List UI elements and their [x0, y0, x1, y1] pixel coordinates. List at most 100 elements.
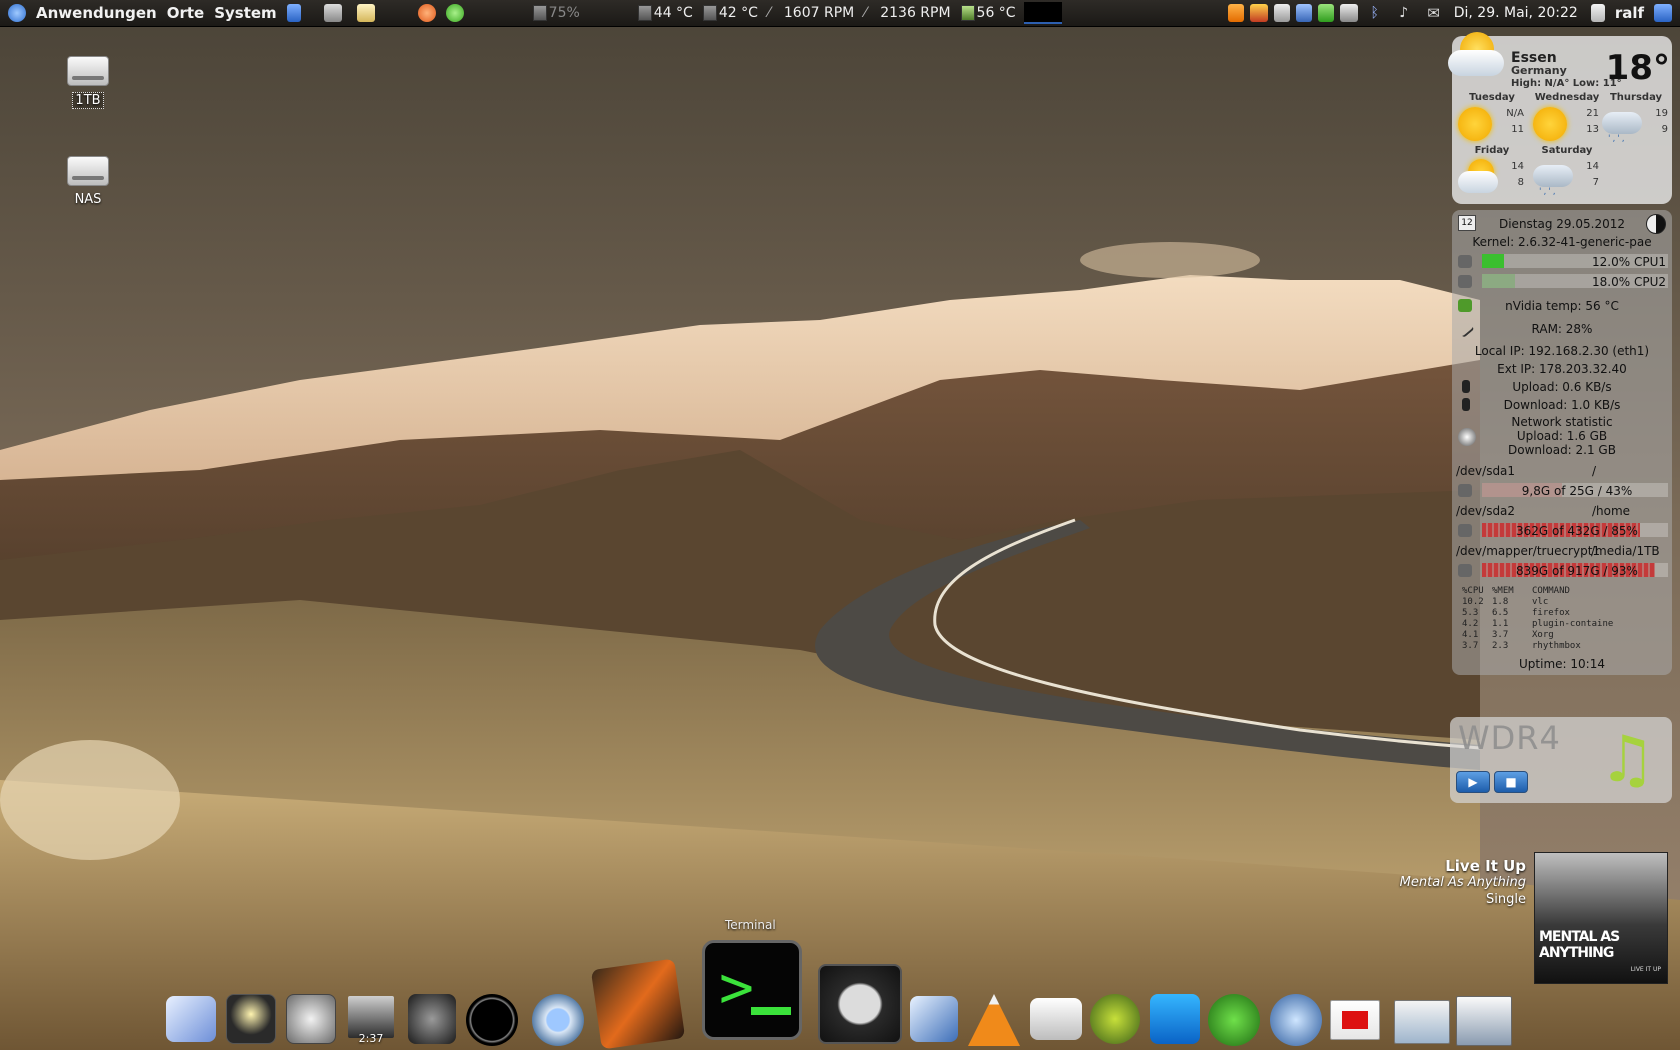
conky-gpu-temp: nVidia temp: 56 °C	[1505, 299, 1619, 313]
dock-text-editor-icon[interactable]	[166, 996, 216, 1042]
disk-device: /dev/sda2	[1456, 504, 1516, 518]
forecast-saturday: Saturday ',', 14 7	[1529, 145, 1605, 197]
user-switch-icon[interactable]	[1590, 4, 1605, 22]
dock-skype-window-icon[interactable]	[1394, 1000, 1450, 1044]
weather-widget[interactable]: Essen Germany High: N/A° Low: 11° 18° Tu…	[1448, 32, 1674, 204]
panel-username[interactable]: ralf	[1610, 4, 1649, 22]
sunny-icon	[1458, 107, 1492, 141]
desktop-wallpaper	[0, 0, 1680, 1050]
disk-mount: /	[1592, 464, 1597, 478]
cpu2-bar-fill	[1482, 274, 1516, 288]
dock-gnome-icon[interactable]	[286, 994, 336, 1044]
text-editor-icon[interactable]	[356, 4, 375, 22]
ubuntu-logo-icon[interactable]	[8, 4, 26, 22]
chat-icon[interactable]	[1249, 4, 1268, 22]
radio-widget: WDR4 ♫ ▶ ■	[1450, 717, 1672, 803]
dock-system-monitor-icon[interactable]	[1270, 994, 1322, 1046]
dock-window-icon[interactable]	[818, 964, 902, 1044]
desktop-icon-1tb[interactable]: 1TB	[53, 56, 123, 109]
process-row: 4.2 1.1 plugin-containe	[1462, 619, 1614, 629]
system-tray: ᛒ ♪ ✉ Di, 29. Mai, 20:22 ralf	[1225, 0, 1680, 27]
cpu-icon	[1458, 255, 1472, 268]
vlc-icon[interactable]	[1227, 4, 1244, 22]
radio-station-name: WDR4	[1458, 719, 1561, 757]
sensor-cpu-temp-1[interactable]: 44 °C	[654, 5, 693, 21]
volume-icon[interactable]: ♪	[1395, 4, 1413, 22]
disk-mount: /home	[1592, 504, 1631, 518]
process-table: %CPU %MEM COMMAND 10.2 1.8 vlc 5.3 6.5 firefox…	[1462, 586, 1613, 652]
radio-stop-button[interactable]: ■	[1494, 771, 1528, 793]
fan-icon: ⁄	[767, 5, 771, 21]
music-note-icon: ♫	[1598, 723, 1656, 797]
conky-ext-ip: Ext IP: 178.203.32.40	[1497, 362, 1627, 376]
battery-level: 75%	[548, 5, 580, 21]
bluetooth-icon[interactable]: ᛒ	[1367, 4, 1383, 22]
forecast-day: Friday	[1474, 145, 1510, 156]
menu-orte[interactable]: Orte	[162, 4, 210, 22]
system-load-graph[interactable]	[1023, 2, 1062, 24]
gpu-temp-icon	[960, 5, 975, 21]
forecast-day: Saturday	[1541, 145, 1593, 156]
panel-clock[interactable]: Di, 29. Mai, 20:22	[1449, 5, 1583, 21]
dock-lightbulb-icon[interactable]	[226, 994, 276, 1044]
menu-anwendungen[interactable]: Anwendungen	[31, 4, 162, 22]
mail-icon[interactable]: ✉	[1425, 4, 1443, 22]
phone-icon[interactable]	[1317, 4, 1334, 22]
shield-icon[interactable]	[1273, 4, 1290, 22]
cpu-icon	[1458, 275, 1472, 288]
dock-globe-icon[interactable]	[1090, 994, 1140, 1044]
database-icon[interactable]	[286, 4, 301, 22]
forecast-low: 7	[1592, 177, 1599, 188]
battery-indicator[interactable]: 75%	[531, 0, 588, 27]
desktop-icon-nas[interactable]: NAS	[53, 156, 123, 207]
now-playing-album: Single	[1486, 892, 1526, 907]
dock-window-preview-icon[interactable]	[1456, 996, 1512, 1046]
dock-firefox-cube-icon[interactable]	[590, 958, 686, 1050]
desktop-icon-label: 1TB	[72, 92, 104, 109]
chip-temp-icon	[637, 5, 652, 21]
dock-terminal-icon[interactable]: >	[702, 940, 802, 1040]
forecast-high: N/A	[1506, 108, 1524, 119]
radio-play-button[interactable]: ▶	[1456, 771, 1490, 793]
disk-device: /dev/mapper/truecrypt1	[1456, 544, 1601, 558]
process-header-command: COMMAND	[1532, 586, 1570, 596]
green-status-icon[interactable]	[445, 4, 464, 22]
forecast-thursday: Thursday ',', 19 9	[1598, 92, 1674, 144]
pinwheel-icon[interactable]	[417, 4, 436, 22]
album-cover[interactable]: MENTAL AS ANYTHING LIVE IT UP	[1534, 852, 1668, 984]
dock-virtualbox-icon[interactable]	[910, 996, 958, 1042]
forecast-friday: Friday 14 8	[1454, 145, 1530, 197]
forecast-low: 11	[1511, 124, 1524, 135]
dock-tree-icon[interactable]	[1208, 994, 1260, 1046]
shutdown-icon[interactable]	[1654, 4, 1672, 22]
dock-circle-icon[interactable]	[466, 994, 518, 1046]
partly-cloudy-icon	[1440, 30, 1510, 86]
weather-current-temp: 18°	[1605, 48, 1670, 88]
dock-mail-icon[interactable]	[1030, 998, 1082, 1040]
fan-icon: ⁄	[864, 5, 867, 21]
dock-chromium-icon[interactable]	[532, 994, 584, 1046]
sensors-group: 44 °C 42 °C ⁄ 1607 RPM ⁄ 2136 RPM 56 °C	[636, 0, 1062, 27]
sensor-gpu-temp[interactable]: 56 °C	[977, 5, 1016, 21]
forecast-day: Tuesday	[1469, 92, 1515, 103]
monitor-icon[interactable]	[1339, 4, 1358, 22]
menu-system[interactable]: System	[209, 4, 281, 22]
dock-speaker-icon[interactable]	[408, 994, 456, 1044]
conky-ram: RAM: 28%	[1531, 322, 1593, 336]
dock-dropbox-icon[interactable]	[1150, 994, 1200, 1044]
dock-presentation-icon[interactable]	[1330, 1000, 1380, 1040]
sensor-fan-2[interactable]: 2136 RPM	[880, 5, 950, 21]
forecast-high: 19	[1655, 108, 1668, 119]
sensor-cpu-temp-2[interactable]: 42 °C	[719, 5, 758, 21]
cpu1-bar-fill	[1482, 254, 1505, 268]
window-icon[interactable]	[323, 4, 342, 22]
conky-cpu1: 12.0% CPU1	[1592, 255, 1666, 269]
album-cover-text: MENTAL AS ANYTHING	[1539, 929, 1620, 961]
conky-upload: Upload: 0.6 KB/s	[1512, 380, 1612, 394]
battery-icon	[532, 5, 547, 21]
conky-download: Download: 1.0 KB/s	[1503, 398, 1621, 412]
sensor-fan-1[interactable]: 1607 RPM	[784, 5, 854, 21]
system-monitor-widget: 12 Dienstag 29.05.2012 Kernel: 2.6.32-41…	[1452, 210, 1672, 675]
network-icon[interactable]	[1295, 4, 1312, 22]
now-playing-title: Live It Up	[1445, 857, 1526, 875]
